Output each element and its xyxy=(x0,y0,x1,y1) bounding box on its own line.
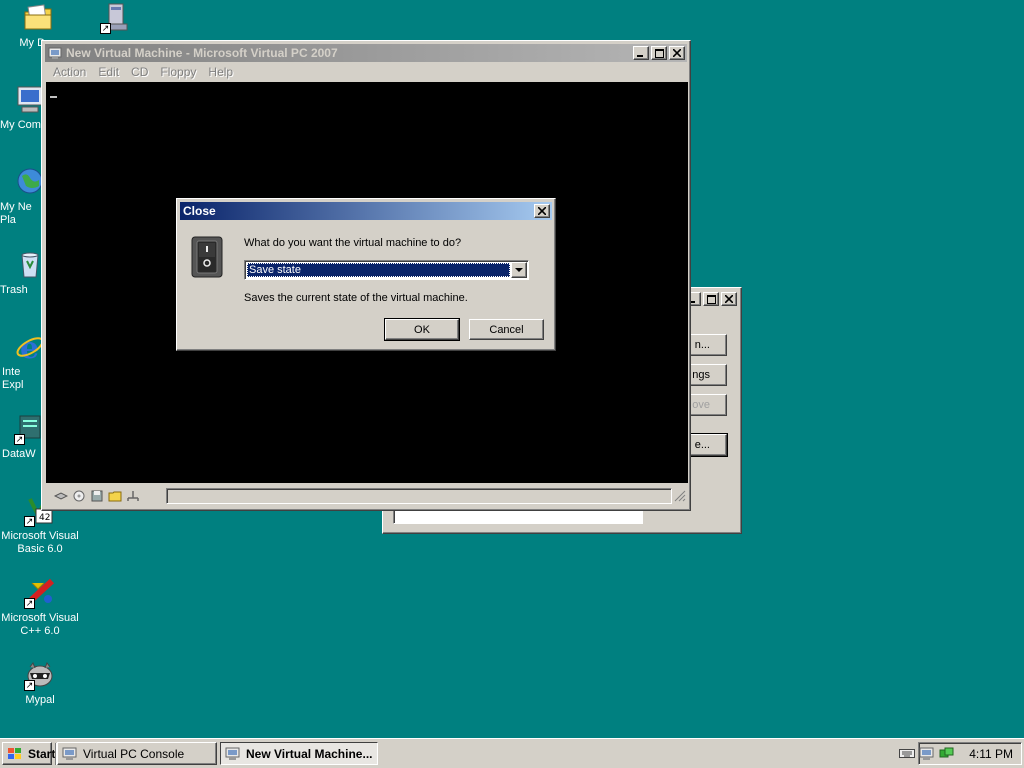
cd-drive-icon[interactable] xyxy=(72,490,86,502)
vm-window-title: New Virtual Machine - Microsoft Virtual … xyxy=(66,46,338,60)
dialog-title: Close xyxy=(183,204,216,218)
windows-logo-icon xyxy=(7,747,23,761)
vm-menubar: Action Edit CD Floppy Help xyxy=(45,62,687,81)
dialog-question: What do you want the virtual machine to … xyxy=(244,237,462,249)
start-button[interactable]: Start xyxy=(2,742,56,765)
desktop-icon-label: Mypal xyxy=(25,694,55,706)
vm-titlebar[interactable]: New Virtual Machine - Microsoft Virtual … xyxy=(45,44,687,62)
task-label: New Virtual Machine... xyxy=(246,746,373,761)
task-label: Virtual PC Console xyxy=(83,746,185,761)
floppy-drive-icon[interactable] xyxy=(90,490,104,502)
status-panel xyxy=(166,488,672,504)
action-select[interactable]: Save state xyxy=(244,260,529,280)
virtual-pc-app-icon xyxy=(62,747,78,761)
virtual-pc-app-icon xyxy=(48,46,62,60)
clock[interactable]: 4:11 PM xyxy=(969,747,1013,761)
mypal-raccoon-icon: ↗ xyxy=(24,659,56,691)
cancel-button[interactable]: Cancel xyxy=(469,319,544,340)
chevron-down-icon[interactable] xyxy=(511,262,527,278)
visual-cpp-icon: ↗ xyxy=(24,577,56,609)
minimize-button[interactable] xyxy=(633,46,649,60)
menu-help[interactable]: Help xyxy=(202,65,239,79)
power-switch-icon xyxy=(191,236,223,281)
maximize-button[interactable] xyxy=(703,292,719,306)
menu-edit[interactable]: Edit xyxy=(92,65,125,79)
close-button[interactable] xyxy=(534,204,550,218)
text-cursor xyxy=(50,96,57,98)
desktop-icon-network-computer[interactable]: ↗ xyxy=(76,2,156,37)
close-dialog-titlebar[interactable]: Close xyxy=(180,202,552,220)
action-select-value: Save state xyxy=(247,263,510,277)
task-new-virtual-machine[interactable]: New Virtual Machine... xyxy=(220,742,378,765)
network-computer-shortcut-icon: ↗ xyxy=(100,2,132,34)
close-button[interactable] xyxy=(669,46,685,60)
system-tray: 4:11 PM xyxy=(918,742,1022,765)
ok-button[interactable]: OK xyxy=(384,318,460,341)
desktop-icon-label: Microsoft Visual C++ 6.0 xyxy=(1,612,79,637)
desktop-icon-visual-cpp[interactable]: ↗ Microsoft Visual C++ 6.0 xyxy=(0,577,80,638)
vm-statusbar xyxy=(46,486,686,506)
menu-action[interactable]: Action xyxy=(47,65,92,79)
menu-floppy[interactable]: Floppy xyxy=(154,65,202,79)
console-title-buttons xyxy=(683,292,737,306)
my-documents-icon xyxy=(22,2,54,34)
desktop-icon-mypal[interactable]: ↗ Mypal xyxy=(0,659,80,707)
task-virtual-pc-console[interactable]: Virtual PC Console xyxy=(57,742,217,765)
maximize-button[interactable] xyxy=(651,46,667,60)
resize-grip[interactable] xyxy=(674,490,686,502)
hard-disk-icon[interactable] xyxy=(53,490,69,502)
network-tray-icon[interactable] xyxy=(939,747,955,761)
svg-text:e: e xyxy=(20,331,39,363)
virtual-pc-app-icon xyxy=(225,747,241,761)
menu-cd[interactable]: CD xyxy=(125,65,154,79)
shared-folder-icon[interactable] xyxy=(108,490,122,502)
close-button[interactable] xyxy=(721,292,737,306)
action-description: Saves the current state of the virtual m… xyxy=(244,292,468,304)
desktop-icon-label: Microsoft Visual Basic 6.0 xyxy=(1,530,79,555)
taskbar: Start Virtual PC Console New Virtual Mac… xyxy=(0,738,1024,768)
close-dialog[interactable]: Close What do you want the virtual machi… xyxy=(176,198,556,351)
keyboard-layout-icon[interactable] xyxy=(899,747,915,762)
svg-text:42: 42 xyxy=(39,513,50,523)
start-label: Start xyxy=(28,746,56,761)
network-adapter-icon[interactable] xyxy=(126,490,140,502)
virtual-pc-tray-icon[interactable] xyxy=(919,747,935,761)
